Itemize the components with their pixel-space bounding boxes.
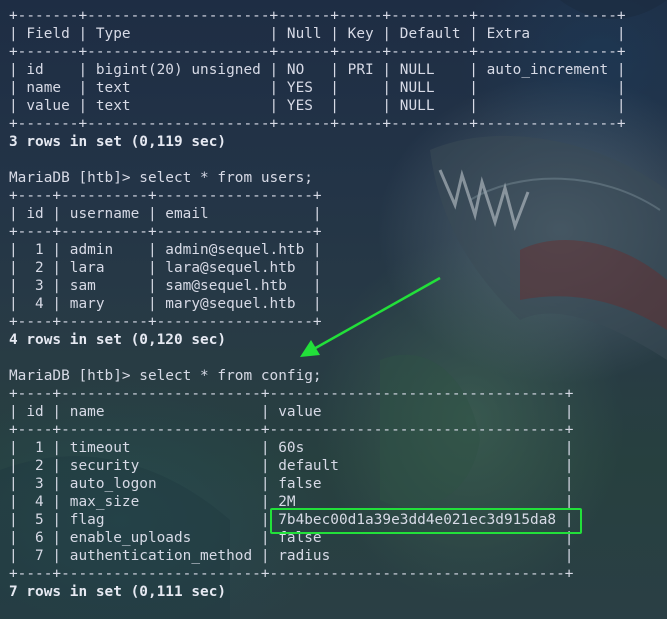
arrow-shaft bbox=[311, 276, 441, 352]
flag-highlight-box bbox=[270, 508, 582, 534]
